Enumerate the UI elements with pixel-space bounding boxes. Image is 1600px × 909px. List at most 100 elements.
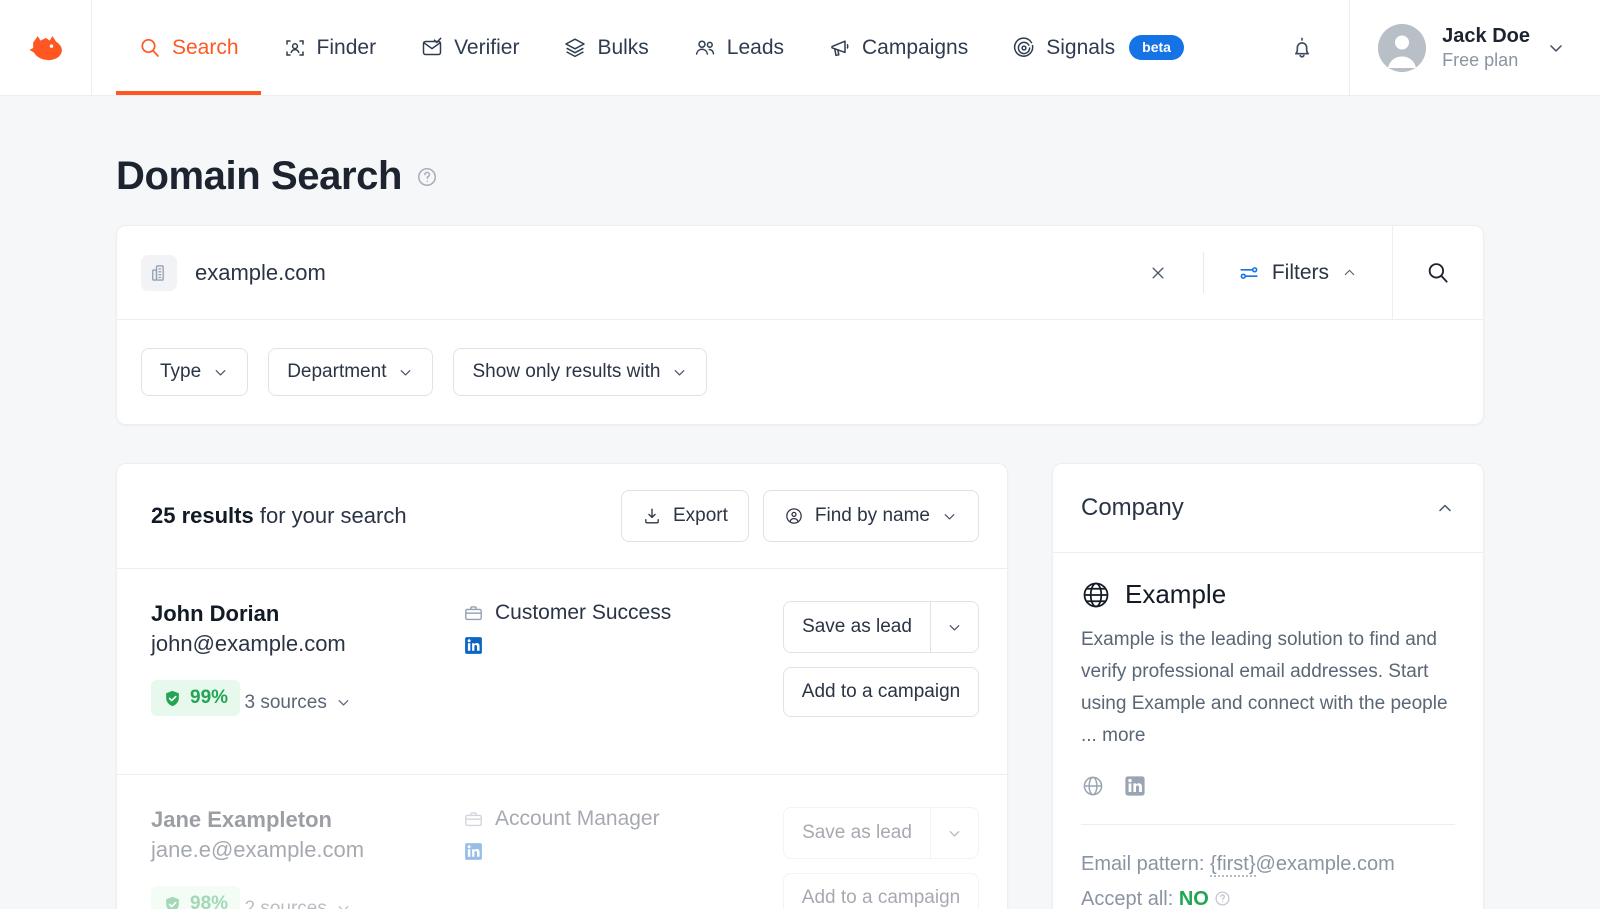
results-header: 25 results for your search Export Find b… <box>117 464 1007 569</box>
save-as-lead-button[interactable]: Save as lead <box>784 808 930 858</box>
notifications-button[interactable] <box>1254 0 1350 95</box>
search-icon <box>1425 260 1451 286</box>
search-panel: Filters Type Department Show only result… <box>116 225 1484 425</box>
filter-pill-show-only-results-with[interactable]: Show only results with <box>453 348 707 396</box>
result-name: John Dorian <box>151 599 463 629</box>
company-panel-title: Company <box>1081 494 1184 522</box>
sliders-icon <box>1238 262 1260 284</box>
nav-right-cluster: Jack Doe Free plan <box>1254 0 1600 95</box>
layers-icon <box>563 36 587 60</box>
filters-button[interactable]: Filters <box>1204 226 1393 319</box>
results-count-number: 25 results <box>151 503 254 528</box>
chevron-down-icon <box>335 694 352 711</box>
page-header: Domain Search <box>116 96 1484 225</box>
export-button[interactable]: Export <box>621 490 749 542</box>
save-as-lead-dropdown-toggle[interactable] <box>930 602 978 652</box>
sources-toggle[interactable]: 3 sources <box>244 692 351 714</box>
briefcase-icon <box>463 809 484 830</box>
table-row[interactable]: John Dorian john@example.com 99% 3 sourc… <box>117 569 1007 775</box>
envelope-check-icon <box>420 36 444 60</box>
save-as-lead-button[interactable]: Save as lead <box>784 602 930 652</box>
company-description-more-link[interactable]: ... more <box>1081 725 1145 746</box>
nav-item-signals[interactable]: Signals beta <box>990 0 1206 95</box>
company-panel-header[interactable]: Company <box>1053 464 1483 553</box>
accept-all-line: Accept all: NO <box>1081 882 1455 909</box>
add-to-campaign-button[interactable]: Add to a campaign <box>783 873 979 909</box>
table-row[interactable]: Jane Exampleton jane.e@example.com 98% 2… <box>117 775 1007 909</box>
building-icon <box>149 263 169 283</box>
save-as-lead-dropdown-toggle[interactable] <box>930 808 978 858</box>
result-role: Customer Success <box>463 599 783 656</box>
fox-logo-icon <box>24 26 68 70</box>
nav-item-finder[interactable]: Finder <box>261 0 399 95</box>
chevron-down-icon <box>946 619 963 636</box>
sources-label: 3 sources <box>244 692 326 714</box>
question-circle-icon[interactable] <box>416 166 438 188</box>
account-name: Jack Doe <box>1442 23 1530 49</box>
primary-nav: Search Finder Verifier Bulks <box>92 0 1254 95</box>
account-plan: Free plan <box>1442 49 1530 72</box>
page-title: Domain Search <box>116 154 402 199</box>
result-email[interactable]: john@example.com <box>151 629 463 659</box>
account-menu[interactable]: Jack Doe Free plan <box>1350 0 1600 95</box>
chevron-up-icon[interactable] <box>1435 498 1455 518</box>
email-pattern-token: {first} <box>1210 853 1256 877</box>
globe-icon[interactable] <box>1081 774 1105 798</box>
add-to-campaign-button[interactable]: Add to a campaign <box>783 667 979 717</box>
sources-label: 2 sources <box>244 898 326 909</box>
filter-pills-row: Type Department Show only results with <box>117 320 1483 424</box>
search-submit-button[interactable] <box>1393 226 1483 319</box>
nav-item-search[interactable]: Search <box>116 0 261 95</box>
bell-icon <box>1289 35 1315 61</box>
linkedin-icon[interactable] <box>463 635 484 656</box>
result-person: Jane Exampleton jane.e@example.com 98% 2… <box>151 805 463 909</box>
active-tab-underline <box>116 91 261 95</box>
top-navigation-bar: Search Finder Verifier Bulks <box>0 0 1600 96</box>
nav-item-campaigns[interactable]: Campaigns <box>806 0 990 95</box>
megaphone-icon <box>828 36 852 60</box>
nav-label-search: Search <box>172 36 239 60</box>
company-panel-body: Example Example is the leading solution … <box>1053 553 1483 909</box>
email-pattern-label: Email pattern: <box>1081 853 1210 875</box>
nav-label-bulks: Bulks <box>597 36 648 60</box>
chevron-down-icon <box>1546 38 1566 58</box>
briefcase-icon <box>463 603 484 624</box>
avatar-icon <box>1378 24 1426 72</box>
filter-pill-type[interactable]: Type <box>141 348 248 396</box>
page-content: Domain Search <box>0 96 1600 909</box>
role-label: Customer Success <box>495 601 671 625</box>
question-circle-icon[interactable] <box>1214 890 1231 907</box>
linkedin-icon[interactable] <box>1123 774 1147 798</box>
result-role: Account Manager <box>463 805 783 862</box>
email-pattern-line: Email pattern: {first}@example.com <box>1081 847 1455 882</box>
signals-beta-badge: beta <box>1129 35 1184 60</box>
result-email[interactable]: jane.e@example.com <box>151 835 463 865</box>
linkedin-icon[interactable] <box>463 841 484 862</box>
avatar <box>1378 24 1426 72</box>
search-input[interactable] <box>195 260 1117 286</box>
domain-icon-box <box>141 255 177 291</box>
chevron-up-icon <box>1341 264 1358 281</box>
search-bar: Filters <box>117 226 1483 320</box>
results-panel: 25 results for your search Export Find b… <box>116 463 1008 909</box>
app-logo[interactable] <box>0 0 92 95</box>
export-label: Export <box>673 505 728 527</box>
chevron-down-icon <box>941 508 958 525</box>
save-as-lead-split-button: Save as lead <box>783 601 979 653</box>
filter-pill-department[interactable]: Department <box>268 348 433 396</box>
result-person: John Dorian john@example.com 99% 3 sourc… <box>151 599 463 716</box>
sources-toggle[interactable]: 2 sources <box>244 898 351 909</box>
filter-pill-show-only-label: Show only results with <box>472 361 660 383</box>
find-by-name-button[interactable]: Find by name <box>763 490 979 542</box>
chevron-down-icon <box>397 364 414 381</box>
nav-item-bulks[interactable]: Bulks <box>541 0 670 95</box>
results-and-company: 25 results for your search Export Find b… <box>116 463 1484 909</box>
nav-item-verifier[interactable]: Verifier <box>398 0 541 95</box>
nav-item-leads[interactable]: Leads <box>671 0 806 95</box>
search-field-wrap <box>117 226 1203 319</box>
clear-search-button[interactable] <box>1135 264 1181 282</box>
filter-pill-type-label: Type <box>160 361 201 383</box>
email-pattern-rest: @example.com <box>1256 853 1395 875</box>
filters-label: Filters <box>1272 261 1329 285</box>
nav-label-campaigns: Campaigns <box>862 36 968 60</box>
